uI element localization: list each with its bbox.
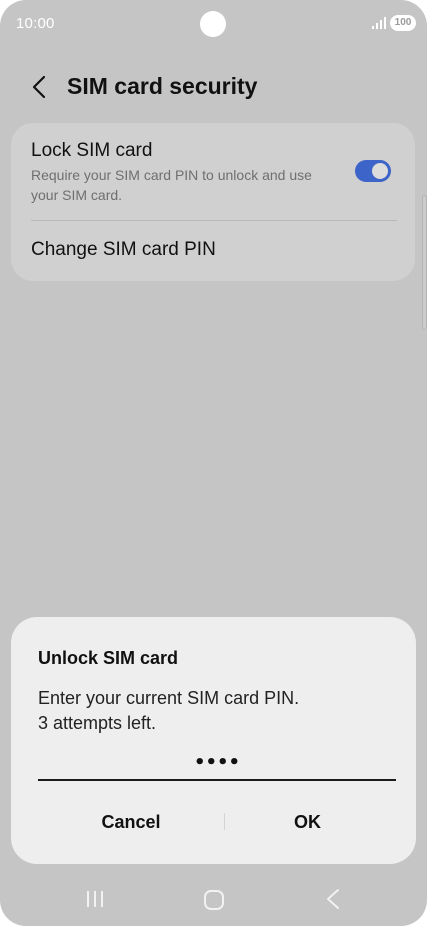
cancel-button[interactable]: Cancel <box>31 797 231 847</box>
attempts-left-text: 3 attempts left. <box>38 713 157 733</box>
lock-sim-card-title: Lock SIM card <box>31 140 153 161</box>
lock-sim-card-row[interactable]: Lock SIM card Require your SIM card PIN … <box>11 123 415 220</box>
app-bar: SIM card security <box>0 62 427 112</box>
navigation-bar <box>0 874 427 926</box>
pin-input[interactable] <box>38 745 396 781</box>
battery-level: 100 <box>394 17 412 28</box>
lock-sim-card-description: Require your SIM card PIN to unlock and … <box>31 167 312 203</box>
toggle-knob <box>372 163 388 179</box>
recent-apps-icon[interactable] <box>85 890 105 908</box>
unlock-sim-dialog: Unlock SIM card Enter your current SIM c… <box>11 617 416 864</box>
chevron-left-icon[interactable] <box>28 74 50 100</box>
page-title: SIM card security <box>67 73 258 99</box>
front-camera <box>200 11 226 37</box>
dialog-title: Unlock SIM card <box>38 648 179 668</box>
dialog-message: Enter your current SIM card PIN. 3 attem… <box>38 686 299 736</box>
phone-screen: 10:00 100 SIM card security Lock SIM car… <box>0 0 427 926</box>
dialog-message-line: Enter your current SIM card PIN. <box>38 688 300 708</box>
home-icon[interactable] <box>204 890 224 910</box>
battery-icon: 100 <box>390 15 416 31</box>
settings-card: Lock SIM card Require your SIM card PIN … <box>11 123 415 281</box>
signal-icon <box>372 17 386 29</box>
status-bar: 10:00 100 <box>0 0 427 48</box>
scrollbar[interactable] <box>422 195 427 330</box>
status-time: 10:00 <box>16 15 55 32</box>
ok-button[interactable]: OK <box>225 797 390 847</box>
back-icon[interactable] <box>325 888 341 910</box>
lock-sim-card-toggle[interactable] <box>355 160 391 182</box>
change-sim-pin-row[interactable]: Change SIM card PIN <box>11 221 415 281</box>
change-sim-pin-title: Change SIM card PIN <box>31 239 216 260</box>
